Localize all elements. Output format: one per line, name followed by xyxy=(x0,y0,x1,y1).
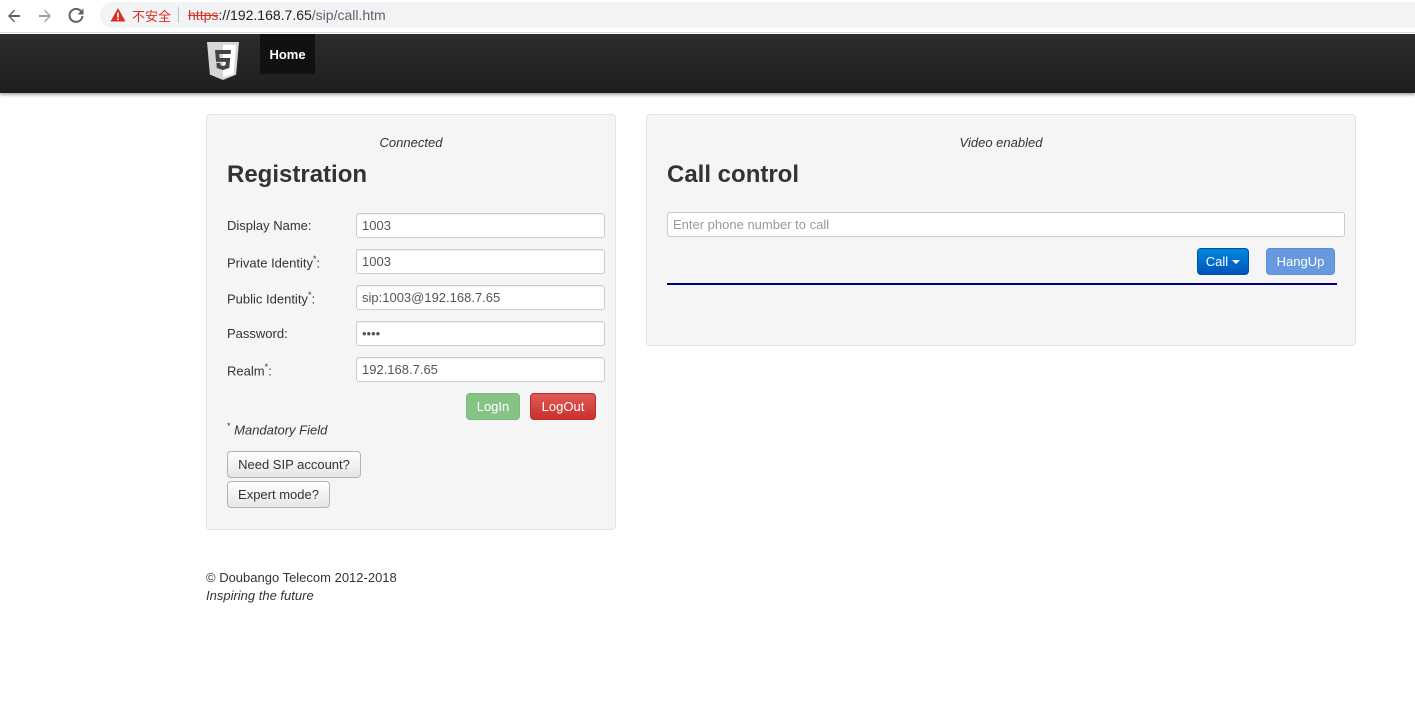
call-control-panel: Video enabled Call control Call HangUp xyxy=(646,114,1356,346)
hangup-button[interactable]: HangUp xyxy=(1266,248,1335,275)
expert-mode-button[interactable]: Expert mode? xyxy=(227,481,330,508)
call-button-label: Call xyxy=(1205,254,1229,269)
warning-icon xyxy=(110,8,126,22)
insecure-label: 不安全 xyxy=(132,8,172,24)
display-name-label: Display Name: xyxy=(227,218,312,233)
forward-arrow-icon[interactable] xyxy=(33,4,57,28)
realm-label-text: Realm xyxy=(227,363,265,379)
mandatory-note-text: Mandatory Field xyxy=(234,422,328,438)
public-identity-label-text: Public Identity xyxy=(227,291,308,307)
browser-toolbar: 不安全 https ://192.168.7.65/sip/call.htm xyxy=(0,0,1415,33)
address-bar[interactable]: 不安全 https ://192.168.7.65/sip/call.htm xyxy=(100,2,1415,28)
url-path: /sip/call.htm xyxy=(311,7,386,23)
login-button[interactable]: LogIn xyxy=(466,393,520,420)
copyright-text: © Doubango Telecom 2012-2018 xyxy=(206,570,397,585)
page-footer: © Doubango Telecom 2012-2018 Inspiring t… xyxy=(206,569,397,605)
reload-icon[interactable] xyxy=(64,4,88,28)
password-label: Password: xyxy=(227,326,288,341)
public-identity-field[interactable] xyxy=(356,285,605,310)
phone-number-input[interactable] xyxy=(667,212,1345,237)
tagline-text: Inspiring the future xyxy=(206,588,314,603)
need-sip-account-button[interactable]: Need SIP account? xyxy=(227,451,361,478)
public-identity-label: Public Identity*: xyxy=(227,290,316,307)
registration-title: Registration xyxy=(227,161,368,188)
omnibox-separator xyxy=(178,7,180,23)
url-text: ://192.168.7.65/sip/call.htm xyxy=(218,7,385,23)
display-name-field[interactable] xyxy=(356,213,605,238)
caret-down-icon xyxy=(1232,259,1241,264)
call-divider xyxy=(667,283,1337,285)
back-arrow-icon[interactable] xyxy=(2,4,26,28)
private-identity-label-text: Private Identity xyxy=(227,255,313,271)
password-field[interactable] xyxy=(356,321,605,346)
registration-status: Connected xyxy=(379,135,443,150)
call-control-title: Call control xyxy=(667,161,800,188)
url-scheme: https xyxy=(188,7,219,23)
call-button[interactable]: Call xyxy=(1197,248,1249,275)
private-identity-label: Private Identity*: xyxy=(227,254,321,271)
html5-logo-icon[interactable] xyxy=(207,42,239,80)
video-status: Video enabled xyxy=(959,135,1043,150)
realm-field[interactable] xyxy=(356,357,605,382)
nav-home[interactable]: Home xyxy=(260,34,315,74)
mandatory-note: * Mandatory Field xyxy=(227,421,328,438)
realm-label: Realm*: xyxy=(227,362,272,379)
registration-panel: Connected Registration Display Name: Pri… xyxy=(206,114,616,530)
logout-button[interactable]: LogOut xyxy=(530,393,596,420)
url-host: ://192.168.7.65 xyxy=(218,7,312,23)
private-identity-field[interactable] xyxy=(356,249,605,274)
